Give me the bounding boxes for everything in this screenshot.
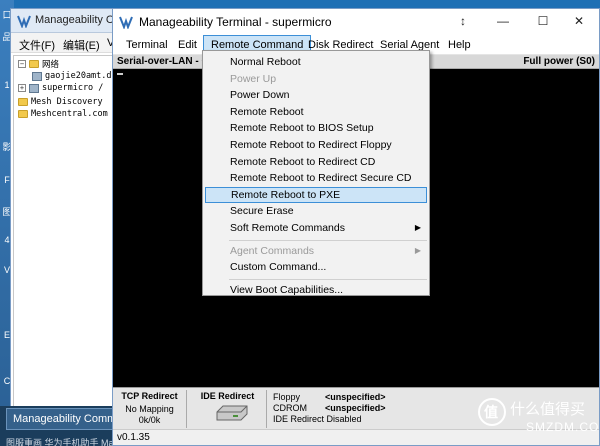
taskbar-item-manageability-commander[interactable]: Manageability Comman <box>6 408 129 430</box>
terminal-cursor <box>117 73 123 75</box>
menu-item-soft-remote-commands[interactable]: Soft Remote Commands ▶ <box>205 220 427 236</box>
floppy-value: <unspecified> <box>325 392 386 402</box>
menu-item-power-up[interactable]: Power Up <box>205 71 427 87</box>
remote-command-dropdown: Normal Reboot Power Up Power Down Remote Re… <box>202 50 430 296</box>
close-button[interactable]: ✕ <box>569 13 589 29</box>
tree-node-label: gaojie20amt.d <box>45 71 112 81</box>
menu-item-label: Remote Reboot to Redirect Secure CD <box>230 172 412 185</box>
folder-icon <box>29 60 39 68</box>
menu-item-label: Agent Commands <box>230 244 315 257</box>
watermark-text: 什么值得买 <box>510 400 586 418</box>
tcp-redirect-title: TCP Redirect <box>121 391 178 401</box>
cdrom-label: CDROM <box>273 403 307 413</box>
ide-devices-box: Floppy <unspecified> CDROM <unspecified> I… <box>269 390 449 428</box>
floppy-device-row: Floppy <unspecified> <box>273 392 386 402</box>
submenu-arrow-icon: ▶ <box>414 223 421 232</box>
tree-node-label: 网络 <box>42 60 60 70</box>
folder-icon <box>18 98 28 106</box>
menu-item-secure-erase[interactable]: Secure Erase <box>205 203 427 219</box>
tcp-traffic-value: 0k/0k <box>138 415 161 425</box>
menu-item-remote-reboot-to-pxe[interactable]: Remote Reboot to PXE <box>205 186 427 203</box>
floppy-label: Floppy <box>273 392 301 402</box>
menu-edit[interactable]: Edit <box>171 35 204 55</box>
cdrom-device-row: CDROM <unspecified> <box>273 403 386 413</box>
menu-item-label: Remote Reboot to Redirect CD <box>230 155 376 168</box>
minimize-button[interactable]: — <box>493 13 513 29</box>
menu-item-remote-reboot-to-bios-setup[interactable]: Remote Reboot to BIOS Setup <box>205 120 427 136</box>
menu-separator <box>229 278 427 280</box>
hard-drive-icon <box>216 405 248 421</box>
maximize-button[interactable]: ☐ <box>533 13 553 29</box>
menu-item-label: Soft Remote Commands <box>230 222 345 234</box>
computer-icon <box>32 71 42 81</box>
tree-node-label: Meshcentral.com <box>31 109 108 119</box>
menu-item-label: Remote Reboot <box>230 105 304 118</box>
ide-redirect-status: IDE Redirect Disabled <box>273 414 362 424</box>
menu-item-agent-commands[interactable]: Agent Commands ▶ <box>205 243 427 259</box>
pin-icon[interactable]: ↕ <box>453 13 473 29</box>
version-label: v0.1.35 <box>117 432 150 443</box>
menu-item-label: Secure Erase <box>230 205 294 218</box>
menu-help[interactable]: Help <box>441 35 478 55</box>
window-title: Manageability Terminal - supermicro <box>139 15 332 29</box>
menu-terminal[interactable]: Terminal <box>119 35 175 55</box>
tcp-mapping-value: No Mapping <box>125 404 174 414</box>
tree-node-label: supermicro / <box>42 83 104 93</box>
folder-icon <box>18 110 28 118</box>
menu-item-label: Power Up <box>230 72 277 85</box>
menu-file[interactable]: 文件(F) <box>19 37 55 53</box>
menu-item-remote-reboot-to-redirect-floppy[interactable]: Remote Reboot to Redirect Floppy <box>205 137 427 153</box>
ide-redirect-title: IDE Redirect <box>200 391 255 401</box>
tree-node[interactable]: − 网络 <box>18 58 59 70</box>
menu-item-remote-reboot-to-redirect-cd[interactable]: Remote Reboot to Redirect CD <box>205 154 427 170</box>
menu-item-custom-command[interactable]: Custom Command... <box>205 259 427 275</box>
menu-item-label: Custom Command... <box>230 261 327 274</box>
menu-item-label: Remote Reboot to BIOS Setup <box>230 122 374 135</box>
tree-expander-icon[interactable]: − <box>18 60 26 68</box>
menu-item-label: Normal Reboot <box>230 56 301 68</box>
tree-expander-icon[interactable]: + <box>18 84 26 92</box>
tree-node[interactable]: Meshcentral.com <box>18 108 108 120</box>
cdrom-value: <unspecified> <box>325 403 386 413</box>
tree-node[interactable]: gaojie20amt.d <box>32 70 112 82</box>
power-state-label: Full power (S0) <box>523 56 595 67</box>
menu-item-power-down[interactable]: Power Down <box>205 87 427 103</box>
titlebar[interactable]: Manageability Terminal - supermicro ↕ — … <box>113 9 599 35</box>
serial-over-lan-label: Serial-over-LAN - Co <box>117 56 215 67</box>
menu-separator <box>229 239 427 241</box>
submenu-arrow-icon: ▶ <box>414 245 421 255</box>
menu-item-label: Power Down <box>230 89 290 102</box>
ide-redirect-box: IDE Redirect <box>189 390 267 428</box>
menu-item-label: Remote Reboot to Redirect Floppy <box>230 139 392 151</box>
menu-item-normal-reboot[interactable]: Normal Reboot <box>205 54 427 70</box>
watermark-subtext: SMZDM.COM <box>526 420 600 434</box>
menu-item-remote-reboot[interactable]: Remote Reboot <box>205 104 427 120</box>
app-logo-icon <box>119 16 133 29</box>
menu-edit[interactable]: 编辑(E) <box>63 37 100 53</box>
tree-node-label: Mesh Discovery <box>31 97 103 107</box>
tcp-redirect-box: TCP Redirect No Mapping 0k/0k <box>113 390 187 428</box>
menu-item-remote-reboot-to-redirect-secure-cd[interactable]: Remote Reboot to Redirect Secure CD <box>205 170 427 186</box>
menu-item-label: Remote Reboot to PXE <box>231 188 341 201</box>
menu-item-view-boot-capabilities[interactable]: View Boot Capabilities... <box>205 282 427 298</box>
smzdm-logo-glyph: 值 <box>484 404 498 420</box>
app-logo-icon <box>17 15 31 28</box>
menu-item-label: View Boot Capabilities... <box>230 283 344 296</box>
tree-node[interactable]: Mesh Discovery <box>18 96 103 108</box>
computer-icon <box>29 83 39 93</box>
tree-node[interactable]: + supermicro / <box>18 82 103 94</box>
